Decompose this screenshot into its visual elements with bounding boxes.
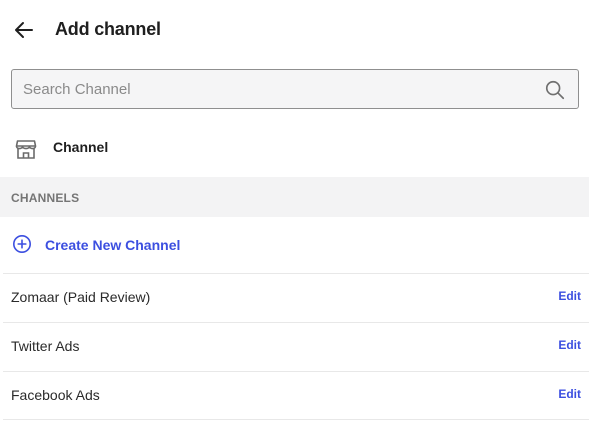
page-header: Add channel: [0, 0, 589, 62]
search-input[interactable]: [12, 70, 532, 108]
edit-link[interactable]: Edit: [558, 338, 581, 352]
channel-list: Zomaar (Paid Review) Edit Twitter Ads Ed…: [3, 273, 589, 420]
create-new-channel-button[interactable]: Create New Channel: [0, 224, 589, 266]
arrow-left-icon: [15, 22, 33, 38]
channel-name: Zomaar (Paid Review): [11, 289, 151, 305]
channels-header-label: CHANNELS: [11, 191, 80, 205]
channel-name: Facebook Ads: [11, 387, 100, 403]
edit-link[interactable]: Edit: [558, 289, 581, 303]
list-item[interactable]: Twitter Ads Edit: [3, 322, 589, 371]
page-title: Add channel: [55, 19, 161, 39]
store-icon: [15, 140, 37, 159]
channel-category: Channel: [0, 128, 589, 168]
channel-name: Twitter Ads: [11, 338, 80, 354]
back-button[interactable]: [12, 18, 36, 42]
search-box: [11, 69, 579, 109]
create-new-channel-label: Create New Channel: [45, 237, 181, 253]
list-item[interactable]: Facebook Ads Edit: [3, 371, 589, 420]
channels-section-header: CHANNELS: [0, 177, 589, 217]
search-icon[interactable]: [544, 79, 566, 101]
plus-circle-icon: [13, 235, 31, 253]
edit-link[interactable]: Edit: [558, 387, 581, 401]
channel-label: Channel: [53, 139, 109, 155]
list-item[interactable]: Zomaar (Paid Review) Edit: [3, 273, 589, 322]
